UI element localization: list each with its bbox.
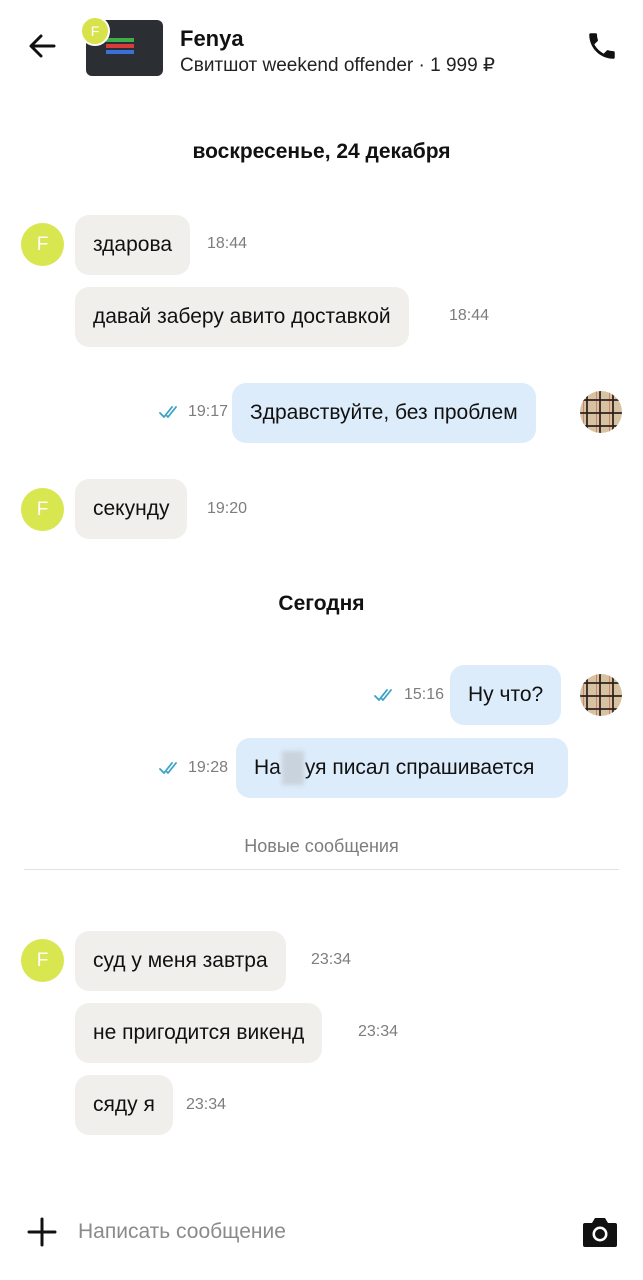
camera-button[interactable]	[580, 1212, 620, 1252]
double-check-icon	[159, 406, 177, 418]
message-bubble-incoming[interactable]: суд у меня завтра	[75, 931, 286, 991]
attach-button[interactable]	[24, 1214, 60, 1250]
message-bubble-outgoing[interactable]: Здравствуйте, без проблем	[232, 383, 536, 443]
message-text: суд у меня завтра	[93, 949, 268, 972]
new-messages-label: Новые сообщения	[244, 836, 399, 856]
plus-icon	[27, 1217, 57, 1247]
contact-name[interactable]: Fenya	[180, 26, 244, 52]
my-avatar	[580, 674, 622, 716]
message-time: 19:17	[188, 403, 229, 420]
arrow-left-icon	[29, 34, 56, 58]
message-text: давай заберу авито доставкой	[93, 305, 391, 328]
listing-separator: ·	[413, 55, 431, 76]
double-check-icon	[374, 689, 392, 701]
back-button[interactable]	[24, 28, 60, 64]
message-text: секунду	[93, 497, 170, 520]
message-time: 23:34	[311, 951, 352, 968]
censored-blur	[281, 751, 304, 785]
double-check-icon	[159, 762, 177, 774]
message-bubble-incoming[interactable]: секунду	[75, 479, 188, 539]
date-separator: воскресенье, 24 декабря	[192, 140, 451, 163]
message-text: сяду я	[93, 1093, 155, 1116]
message-text: не пригодится викенд	[93, 1021, 305, 1044]
message-bubble-incoming[interactable]: здарова	[75, 215, 191, 275]
new-messages-divider	[24, 869, 619, 870]
message-text: Ну что?	[468, 683, 544, 706]
message-time: 19:28	[188, 759, 229, 776]
message-text-end: уя писал спрашивается	[304, 756, 535, 779]
message-bubble-outgoing[interactable]: Ну что?	[450, 665, 562, 725]
message-list[interactable]: воскресенье, 24 декабря F здарова 18:44 …	[0, 88, 643, 1186]
message-time: 23:34	[186, 1096, 227, 1113]
message-text: Здравствуйте, без проблем	[250, 401, 518, 424]
message-time: 15:16	[404, 686, 445, 703]
chat-header: F Fenya Свитшот weekend offender · 1 999…	[0, 0, 643, 88]
message-input[interactable]	[78, 1212, 558, 1252]
message-bubble-outgoing[interactable]: На уя писал спрашивается	[236, 738, 568, 798]
call-button[interactable]	[583, 27, 621, 65]
message-bubble-incoming[interactable]: не пригодится викенд	[75, 1003, 323, 1063]
seller-mini-avatar: F	[80, 16, 110, 46]
date-separator: Сегодня	[278, 592, 365, 615]
message-time: 18:44	[207, 235, 248, 252]
my-avatar	[580, 391, 622, 433]
listing-title: Свитшот weekend offender	[180, 55, 414, 76]
message-time: 18:44	[449, 307, 490, 324]
message-time: 19:20	[207, 500, 248, 517]
composer-bar	[0, 1186, 643, 1280]
camera-icon	[583, 1218, 617, 1247]
contact-avatar[interactable]: F	[21, 939, 64, 982]
listing-price: 1 999 ₽	[430, 55, 496, 76]
contact-avatar[interactable]: F	[21, 223, 64, 266]
phone-icon	[589, 33, 615, 59]
message-bubble-incoming[interactable]: давай заберу авито доставкой	[75, 287, 409, 347]
message-bubble-incoming[interactable]: сяду я	[75, 1075, 173, 1135]
message-text: здарова	[93, 233, 173, 256]
message-text-start: На	[254, 756, 281, 779]
contact-avatar[interactable]: F	[21, 488, 64, 531]
message-time: 23:34	[358, 1023, 399, 1040]
listing-summary[interactable]: Свитшот weekend offender · 1 999 ₽	[180, 54, 495, 77]
